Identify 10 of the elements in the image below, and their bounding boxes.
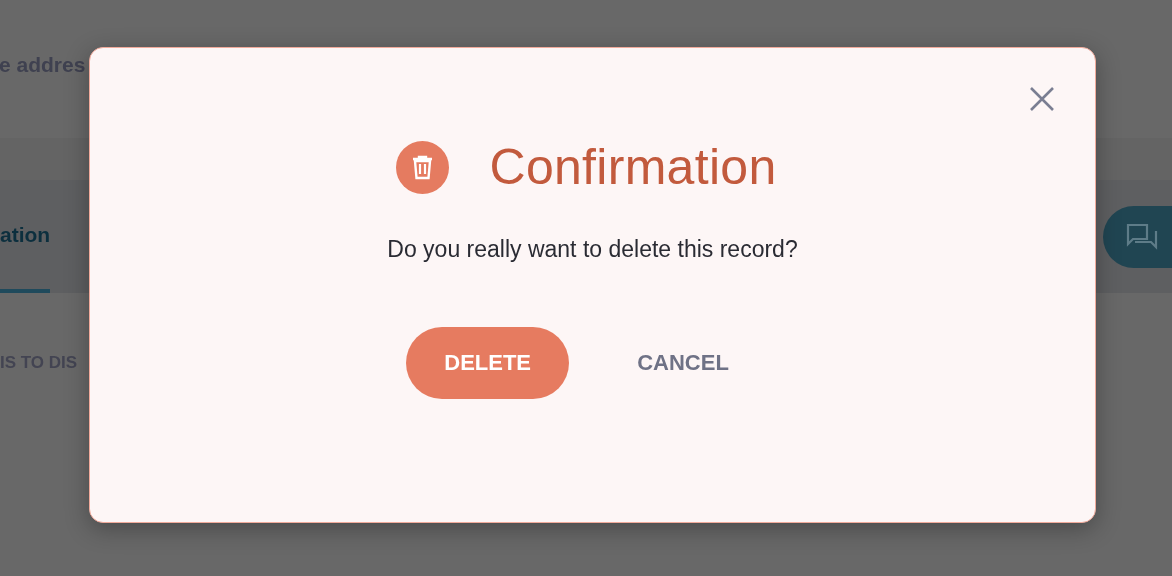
delete-button[interactable]: DELETE [406, 327, 570, 399]
chat-icon [1125, 221, 1159, 252]
dialog-message: Do you really want to delete this record? [387, 236, 798, 263]
close-button[interactable] [1029, 86, 1055, 112]
cancel-button[interactable]: CANCEL [637, 350, 729, 376]
trash-icon [396, 140, 450, 194]
dialog-title: Confirmation [489, 138, 777, 196]
close-icon [1029, 86, 1055, 112]
tab[interactable]: ation [0, 180, 51, 293]
chat-button[interactable] [1103, 205, 1172, 268]
